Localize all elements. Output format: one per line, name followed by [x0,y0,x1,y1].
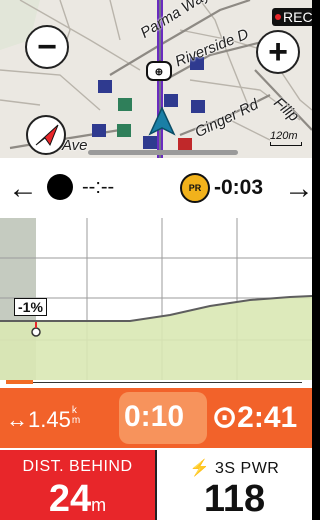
course-progress-track [6,382,302,383]
elevation-position-marker [31,327,41,337]
rider-time: --:-- [82,176,115,198]
compass-button[interactable] [26,115,66,155]
course-progress-fill [6,380,33,384]
pr-badge-label: PR [188,183,202,193]
map-scale-bar [270,142,302,146]
zoom-in-button[interactable]: + [256,30,300,74]
distance-ahead-value: 1.45 [28,407,71,432]
map-view[interactable]: ⊕ Parma Way Riverside D a Ave Ginger Rd … [0,0,312,158]
power-field[interactable]: ⚡ 3S PWR 118 [157,450,312,520]
arrow-right-icon[interactable]: → [284,174,312,204]
device-screen: ⊕ Parma Way Riverside D a Ave Ginger Rd … [0,0,312,520]
eta-field: ⊙2:41 [212,400,297,435]
elevation-profile[interactable]: -1% [0,218,312,380]
grade-label: -1% [14,298,47,316]
timer-value: 0:10 [124,400,185,433]
recording-indicator: REC [272,8,312,26]
panel-drag-handle[interactable] [88,150,238,155]
zoom-out-button[interactable]: − [25,25,69,69]
dist-behind-value-wrap: 24m [0,478,155,520]
distance-ahead-unit: km [71,405,81,426]
dist-behind-value: 24 [48,478,92,520]
dist-behind-field[interactable]: DIST. BEHIND 24m [0,450,155,520]
map-scale-label: 120m [270,130,298,142]
course-progress-bar [0,380,312,386]
rider-position-icon [47,174,73,200]
power-value: 118 [203,478,266,520]
power-title-wrap: ⚡ 3S PWR [157,458,312,478]
course-data-row: ↔1.45k m 0:10 ⊙2:41 [0,388,312,448]
dist-behind-title: DIST. BEHIND [22,458,133,475]
arrow-left-icon[interactable]: ← [8,174,38,204]
zoom-in-icon: + [268,33,288,71]
distance-arrow-icon: ↔ [6,407,28,432]
rec-dot-icon [275,14,281,20]
pr-time-delta: -0:03 [214,176,264,199]
distance-ahead-field: ↔1.45k m [6,406,80,433]
zoom-out-icon: − [37,28,57,66]
rec-label: REC [283,9,312,25]
eta-value: 2:41 [237,401,298,434]
clock-icon: ⊙ [212,401,238,434]
power-title: 3S PWR [215,460,280,477]
compass-arrow-icon [35,124,59,147]
svg-text:⊕: ⊕ [155,67,163,78]
pr-medal-icon: PR [180,173,210,203]
lightning-icon: ⚡ [189,460,211,477]
dist-behind-unit: m [91,495,107,515]
